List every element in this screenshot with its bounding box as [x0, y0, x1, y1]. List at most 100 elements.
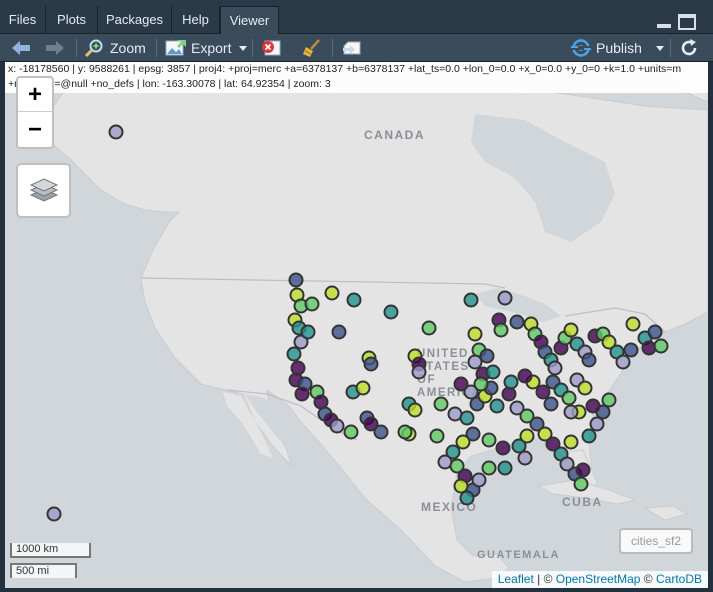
- publish-label: Publish: [596, 40, 642, 56]
- city-marker[interactable]: [383, 304, 399, 320]
- city-marker[interactable]: [575, 462, 591, 478]
- city-marker[interactable]: [433, 396, 449, 412]
- city-marker[interactable]: [421, 320, 437, 336]
- city-marker[interactable]: [479, 348, 495, 364]
- clear-all-viewers-button[interactable]: [302, 34, 322, 62]
- minimize-pane-button[interactable]: [655, 14, 673, 30]
- city-marker[interactable]: [471, 472, 487, 488]
- city-marker[interactable]: [485, 364, 501, 380]
- city-marker[interactable]: [459, 410, 475, 426]
- openstreetmap-link[interactable]: OpenStreetMap: [556, 572, 641, 586]
- city-marker[interactable]: [577, 380, 593, 396]
- back-button[interactable]: [10, 34, 32, 62]
- city-marker[interactable]: [453, 376, 469, 392]
- toolbar-divider: [670, 39, 671, 57]
- city-marker[interactable]: [397, 424, 413, 440]
- city-marker[interactable]: [324, 285, 340, 301]
- city-marker[interactable]: [495, 440, 511, 456]
- city-marker[interactable]: [625, 316, 641, 332]
- zoom-button[interactable]: Zoom: [84, 34, 146, 62]
- city-marker[interactable]: [653, 338, 669, 354]
- city-marker[interactable]: [329, 418, 345, 434]
- city-marker[interactable]: [547, 360, 563, 376]
- city-marker[interactable]: [304, 296, 320, 312]
- zoom-in-button[interactable]: +: [18, 78, 52, 112]
- city-marker[interactable]: [519, 428, 535, 444]
- leaflet-link[interactable]: Leaflet: [498, 572, 534, 586]
- city-marker[interactable]: [429, 428, 445, 444]
- city-marker[interactable]: [517, 368, 533, 384]
- city-marker[interactable]: [615, 354, 631, 370]
- scale-bar-metric: 1000 km: [10, 543, 91, 558]
- tab-viewer[interactable]: Viewer: [220, 6, 279, 34]
- city-marker[interactable]: [373, 424, 389, 440]
- city-marker[interactable]: [459, 490, 475, 506]
- city-marker[interactable]: [585, 398, 601, 414]
- city-marker[interactable]: [300, 324, 316, 340]
- tab-files[interactable]: Files: [0, 6, 46, 34]
- city-marker[interactable]: [290, 360, 306, 376]
- city-marker[interactable]: [46, 506, 62, 522]
- layer-name-label: cities_sf2: [619, 528, 693, 554]
- zoom-out-button[interactable]: −: [18, 113, 52, 147]
- city-marker[interactable]: [463, 292, 479, 308]
- city-marker[interactable]: [481, 432, 497, 448]
- city-marker[interactable]: [455, 434, 471, 450]
- city-marker[interactable]: [489, 398, 505, 414]
- city-marker[interactable]: [535, 384, 551, 400]
- cartodb-link[interactable]: CartoDB: [656, 572, 702, 586]
- city-marker[interactable]: [563, 322, 579, 338]
- city-marker[interactable]: [288, 272, 304, 288]
- city-marker[interactable]: [294, 386, 310, 402]
- city-marker[interactable]: [411, 364, 427, 380]
- city-marker[interactable]: [493, 322, 509, 338]
- city-marker[interactable]: [601, 392, 617, 408]
- remove-viewer-button[interactable]: [261, 34, 281, 62]
- export-dropdown[interactable]: Export: [165, 34, 248, 62]
- city-marker[interactable]: [581, 428, 597, 444]
- city-marker[interactable]: [481, 460, 497, 476]
- city-marker[interactable]: [331, 324, 347, 340]
- city-marker[interactable]: [503, 374, 519, 390]
- city-marker[interactable]: [467, 326, 483, 342]
- city-marker[interactable]: [589, 416, 605, 432]
- export-image-icon: [165, 40, 186, 56]
- city-marker[interactable]: [108, 124, 124, 140]
- city-marker[interactable]: [509, 314, 525, 330]
- export-label: Export: [191, 40, 232, 56]
- city-marker[interactable]: [573, 476, 589, 492]
- city-marker[interactable]: [497, 460, 513, 476]
- tab-plots[interactable]: Plots: [46, 6, 98, 34]
- leaflet-map[interactable]: CANADA UNITED STATES OF AMERICA MEXICO C…: [5, 62, 708, 588]
- city-marker[interactable]: [561, 390, 577, 406]
- city-marker[interactable]: [343, 424, 359, 440]
- city-marker[interactable]: [497, 290, 513, 306]
- city-marker[interactable]: [453, 478, 469, 494]
- forward-button[interactable]: [44, 34, 66, 62]
- city-marker[interactable]: [543, 396, 559, 412]
- city-marker[interactable]: [363, 356, 379, 372]
- show-in-new-window-button[interactable]: [342, 34, 362, 62]
- city-marker[interactable]: [501, 386, 517, 402]
- tab-packages[interactable]: Packages: [98, 6, 172, 34]
- city-marker[interactable]: [407, 402, 423, 418]
- publish-dropdown[interactable]: Publish: [570, 34, 664, 62]
- city-marker[interactable]: [563, 404, 579, 420]
- city-marker[interactable]: [647, 324, 663, 340]
- city-marker[interactable]: [581, 352, 597, 368]
- city-marker[interactable]: [641, 340, 657, 356]
- city-marker[interactable]: [346, 292, 362, 308]
- new-window-icon: [343, 41, 361, 55]
- toolbar-divider: [76, 39, 77, 57]
- maximize-pane-button[interactable]: [678, 14, 696, 30]
- city-marker[interactable]: [517, 450, 533, 466]
- city-marker[interactable]: [467, 354, 483, 370]
- city-marker[interactable]: [623, 342, 639, 358]
- city-marker[interactable]: [286, 346, 302, 362]
- city-marker[interactable]: [355, 380, 371, 396]
- city-marker[interactable]: [563, 434, 579, 450]
- layers-control-button[interactable]: [16, 163, 71, 218]
- mouse-coordinates-readout: x: -18178560 | y: 9588261 | epsg: 3857 |…: [5, 62, 708, 93]
- refresh-button[interactable]: [679, 34, 699, 62]
- tab-help[interactable]: Help: [172, 6, 220, 34]
